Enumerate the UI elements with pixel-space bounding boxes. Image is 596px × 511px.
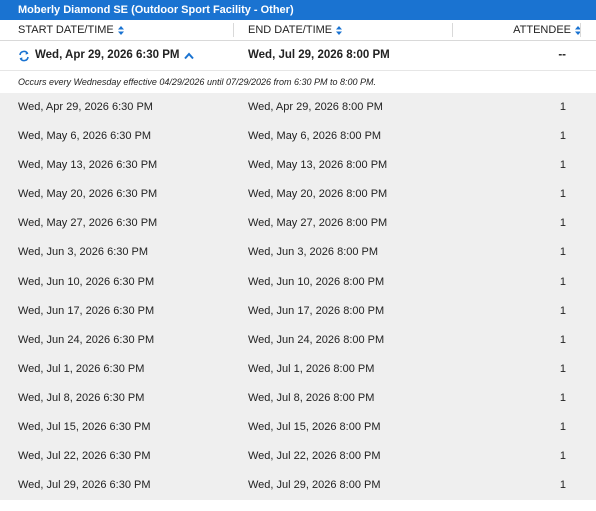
recurring-icon xyxy=(19,50,29,61)
occurrence-start: Wed, Jul 15, 2026 6:30 PM xyxy=(18,421,151,434)
occurrence-attendee: 1 xyxy=(559,421,566,434)
table-row[interactable]: Wed, May 6, 2026 6:30 PM Wed, May 6, 2026… xyxy=(0,122,596,151)
occurrence-end: Wed, May 27, 2026 8:00 PM xyxy=(248,217,388,230)
table-row[interactable]: Wed, Jul 15, 2026 6:30 PM Wed, Jul 15, 20… xyxy=(0,413,596,442)
sort-icon xyxy=(336,25,343,35)
occurrence-end: Wed, May 6, 2026 8:00 PM xyxy=(248,130,382,143)
chevron-up-icon[interactable] xyxy=(184,51,195,60)
occurrence-attendee: 1 xyxy=(559,333,566,346)
recurring-summary-row[interactable]: Wed, Apr 29, 2026 6:30 PM Wed, Jul 29, 2… xyxy=(0,41,596,70)
occurrence-end: Wed, Apr 29, 2026 8:00 PM xyxy=(248,101,383,113)
occurrence-start: Wed, Jun 17, 2026 6:30 PM xyxy=(18,304,155,317)
table-row[interactable]: Wed, May 27, 2026 6:30 PM Wed, May 27, 20… xyxy=(0,209,596,238)
table-row[interactable]: Wed, Jun 24, 2026 6:30 PM Wed, Jun 24, 20… xyxy=(0,326,596,355)
occurrence-list: Wed, Apr 29, 2026 6:30 PM Wed, Apr 29, 20… xyxy=(0,93,596,501)
column-header-end[interactable]: END DATE/TIME xyxy=(248,20,343,40)
occurrence-end: Wed, Jun 10, 2026 8:00 PM xyxy=(248,275,385,288)
occurrence-end: Wed, Jun 24, 2026 8:00 PM xyxy=(248,333,385,346)
occurrence-start: Wed, Jul 8, 2026 6:30 PM xyxy=(18,391,145,404)
occurrence-attendee: 1 xyxy=(559,275,566,288)
occurrence-attendee: 1 xyxy=(559,450,566,463)
occurrence-start: Wed, May 6, 2026 6:30 PM xyxy=(18,130,152,143)
column-header-end-label: END DATE/TIME xyxy=(248,24,333,36)
occurrence-attendee: 1 xyxy=(559,101,566,113)
occurrence-attendee: 1 xyxy=(559,362,566,375)
sort-icon xyxy=(117,25,124,35)
table-row[interactable]: Wed, Jul 1, 2026 6:30 PM Wed, Jul 1, 2026… xyxy=(0,355,596,384)
column-divider xyxy=(580,23,581,37)
occurrence-attendee: 1 xyxy=(559,188,566,201)
occurrence-start: Wed, Jun 3, 2026 6:30 PM xyxy=(18,246,149,259)
table-row[interactable]: Wed, Apr 29, 2026 6:30 PM Wed, Apr 29, 20… xyxy=(0,93,596,122)
occurrence-start: Wed, Jun 10, 2026 6:30 PM xyxy=(18,275,155,288)
summary-end: Wed, Jul 29, 2026 8:00 PM xyxy=(248,49,390,61)
occurrence-start: Wed, May 20, 2026 6:30 PM xyxy=(18,188,158,201)
occurrence-start: Wed, Jul 22, 2026 6:30 PM xyxy=(18,450,151,463)
table-row[interactable]: Wed, Jul 22, 2026 6:30 PM Wed, Jul 22, 20… xyxy=(0,442,596,471)
occurrence-end: Wed, Jul 22, 2026 8:00 PM xyxy=(248,450,381,463)
occurrence-start: Wed, Apr 29, 2026 6:30 PM xyxy=(18,101,153,113)
occurrence-start: Wed, May 13, 2026 6:30 PM xyxy=(18,159,158,172)
occurrence-attendee: 1 xyxy=(559,391,566,404)
column-divider xyxy=(452,23,453,37)
table-row[interactable]: Wed, Jun 17, 2026 6:30 PM Wed, Jun 17, 20… xyxy=(0,297,596,326)
column-header-start-label: START DATE/TIME xyxy=(18,24,114,36)
table-row[interactable]: Wed, Jul 29, 2026 6:30 PM Wed, Jul 29, 20… xyxy=(0,471,596,500)
column-header-start[interactable]: START DATE/TIME xyxy=(18,20,124,40)
column-header-attendee-label: ATTENDEE xyxy=(513,24,571,36)
facility-title: Moberly Diamond SE (Outdoor Sport Facili… xyxy=(0,0,596,20)
summary-attendee: -- xyxy=(558,49,566,61)
occurrence-end: Wed, May 20, 2026 8:00 PM xyxy=(248,188,388,201)
occurrence-start: Wed, Jul 1, 2026 6:30 PM xyxy=(18,362,145,375)
occurrence-attendee: 1 xyxy=(559,130,566,143)
occurrence-attendee: 1 xyxy=(559,304,566,317)
table-header: START DATE/TIME END DATE/TIME ATTENDEE xyxy=(0,20,596,41)
occurrence-attendee: 1 xyxy=(559,159,566,172)
occurrence-start: Wed, Jun 24, 2026 6:30 PM xyxy=(18,333,155,346)
occurrence-attendee: 1 xyxy=(559,246,566,259)
occurrence-start: Wed, Jul 29, 2026 6:30 PM xyxy=(18,479,151,492)
occurrence-end: Wed, Jun 3, 2026 8:00 PM xyxy=(248,246,379,259)
occurrence-end: Wed, Jul 1, 2026 8:00 PM xyxy=(248,362,375,375)
occurrence-start: Wed, May 27, 2026 6:30 PM xyxy=(18,217,158,230)
occurrence-end: Wed, Jul 15, 2026 8:00 PM xyxy=(248,421,381,434)
occurrence-end: Wed, Jun 17, 2026 8:00 PM xyxy=(248,304,385,317)
column-divider xyxy=(233,23,234,37)
summary-start-value: Wed, Apr 29, 2026 6:30 PM xyxy=(35,49,180,61)
table-row[interactable]: Wed, Jun 10, 2026 6:30 PM Wed, Jun 10, 20… xyxy=(0,268,596,297)
table-row[interactable]: Wed, Jul 8, 2026 6:30 PM Wed, Jul 8, 2026… xyxy=(0,384,596,413)
occurrence-attendee: 1 xyxy=(559,479,566,492)
summary-start: Wed, Apr 29, 2026 6:30 PM xyxy=(18,41,195,70)
occurrence-end: Wed, Jul 8, 2026 8:00 PM xyxy=(248,391,375,404)
table-row[interactable]: Wed, May 20, 2026 6:30 PM Wed, May 20, 20… xyxy=(0,180,596,209)
occurrence-attendee: 1 xyxy=(559,217,566,230)
recurrence-note: Occurs every Wednesday effective 04/29/2… xyxy=(0,70,596,93)
table-row[interactable]: Wed, Jun 3, 2026 6:30 PM Wed, Jun 3, 2026… xyxy=(0,238,596,267)
reservation-occurrences-panel: Moberly Diamond SE (Outdoor Sport Facili… xyxy=(0,0,596,511)
occurrence-end: Wed, Jul 29, 2026 8:00 PM xyxy=(248,479,381,492)
table-row[interactable]: Wed, May 13, 2026 6:30 PM Wed, May 13, 20… xyxy=(0,151,596,180)
column-header-attendee[interactable]: ATTENDEE xyxy=(513,20,581,40)
occurrence-end: Wed, May 13, 2026 8:00 PM xyxy=(248,159,388,172)
